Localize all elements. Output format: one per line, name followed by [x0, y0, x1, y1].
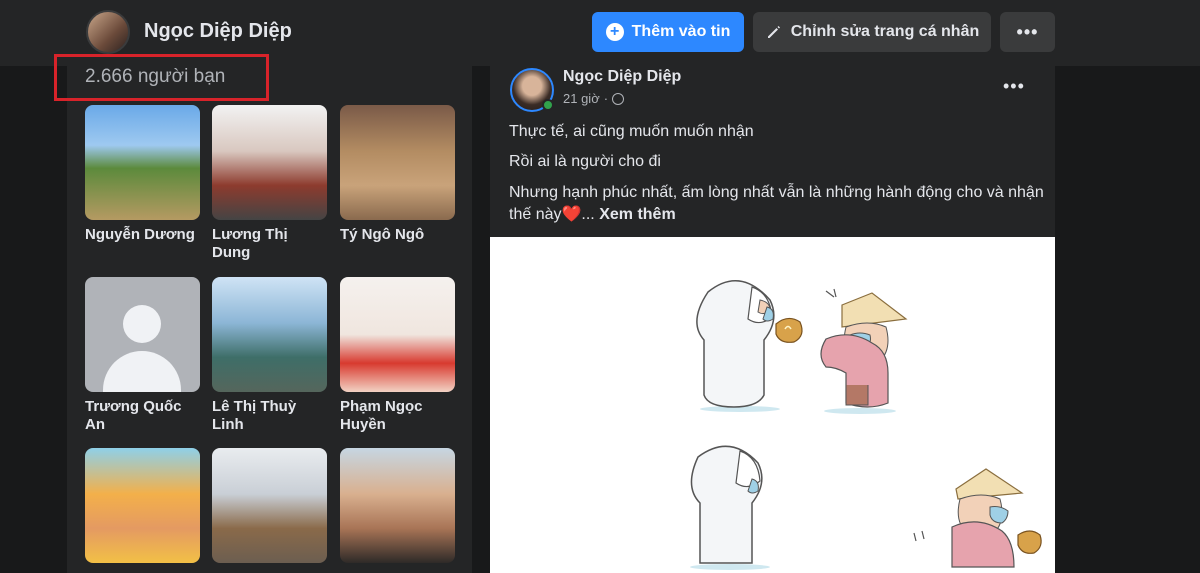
- friend-photo[interactable]: [85, 448, 200, 563]
- friend-tile[interactable]: Phạm Ngọc Huyền: [340, 277, 455, 434]
- default-avatar-photo[interactable]: [85, 277, 200, 392]
- person-silhouette-icon: [123, 305, 161, 343]
- friend-photo[interactable]: [212, 448, 327, 563]
- friend-tile[interactable]: [340, 448, 455, 569]
- post-text-paragraph: Nhưng hạnh phúc nhất, ấm lòng nhất vẫn l…: [509, 184, 1044, 223]
- illustration-image: [690, 279, 1042, 570]
- pencil-icon: [767, 26, 780, 38]
- friend-tile[interactable]: Nguyễn Dương: [85, 105, 200, 244]
- post-author-name[interactable]: Ngọc Diệp Diệp: [563, 68, 681, 86]
- add-story-label: Thêm vào tin: [631, 23, 731, 40]
- friend-name[interactable]: Nguyễn Dương: [85, 226, 200, 244]
- friend-photo[interactable]: [212, 277, 327, 392]
- profile-more-button[interactable]: •••: [1000, 12, 1055, 52]
- post-time[interactable]: 21 giờ: [563, 91, 600, 106]
- friend-tile[interactable]: [212, 448, 327, 569]
- edit-profile-label: Chỉnh sửa trang cá nhân: [790, 23, 980, 40]
- friend-tile[interactable]: Lương Thị Dung: [212, 105, 327, 262]
- edit-profile-button[interactable]: Chỉnh sửa trang cá nhân: [753, 12, 991, 52]
- add-to-story-button[interactable]: + Thêm vào tin: [592, 12, 744, 52]
- heart-emoji: ❤️: [561, 206, 582, 223]
- friend-photo[interactable]: [340, 105, 455, 220]
- post-meta: 21 giờ ·: [563, 91, 625, 106]
- friend-name[interactable]: Lê Thị Thuỳ Linh: [212, 398, 327, 434]
- friend-tile[interactable]: Trương Quốc An: [85, 277, 200, 434]
- online-status-indicator: [542, 99, 554, 111]
- globe-icon: [612, 92, 625, 105]
- profile-avatar[interactable]: [86, 10, 130, 54]
- post-text-line: Thực tế, ai cũng muốn muốn nhận: [509, 123, 754, 140]
- friend-count-highlight-box: [54, 54, 269, 101]
- post-more-button[interactable]: •••: [1003, 76, 1025, 97]
- friend-photo[interactable]: [340, 448, 455, 563]
- friend-tile[interactable]: Lê Thị Thuỳ Linh: [212, 277, 327, 434]
- friend-photo[interactable]: [212, 105, 327, 220]
- friend-photo[interactable]: [340, 277, 455, 392]
- friend-tile[interactable]: Tý Ngô Ngô: [340, 105, 455, 244]
- post-text-line: Rồi ai là người cho đi: [509, 153, 661, 170]
- friend-name[interactable]: Tý Ngô Ngô: [340, 226, 455, 244]
- see-more-link[interactable]: Xem thêm: [599, 206, 675, 223]
- friend-name[interactable]: Lương Thị Dung: [212, 226, 327, 262]
- profile-name[interactable]: Ngọc Diệp Diệp: [144, 20, 292, 43]
- plus-icon: +: [605, 23, 624, 41]
- post-image[interactable]: [490, 237, 1055, 573]
- friend-photo[interactable]: [85, 105, 200, 220]
- friend-name[interactable]: Phạm Ngọc Huyền: [340, 398, 455, 434]
- friend-tile[interactable]: [85, 448, 200, 569]
- friend-name[interactable]: Trương Quốc An: [85, 398, 200, 434]
